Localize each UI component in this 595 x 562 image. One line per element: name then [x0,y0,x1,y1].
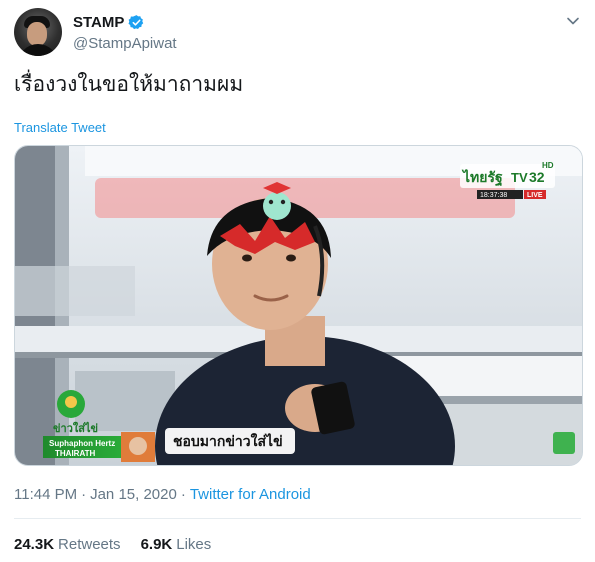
tweet-stats: 24.3K Retweets 6.9K Likes [14,536,211,553]
likes-count: 6.9K [140,536,173,553]
divider [14,518,581,519]
likes-label: Likes [176,536,212,553]
avatar[interactable] [14,8,62,56]
channel-tv-text: TV [511,170,528,185]
tweet-text: เรื่องวงในขอให้มาถามผม [14,73,244,96]
tweet-meta: 11:44 PM · Jan 15, 2020 · Twitter for An… [14,486,311,503]
avatar-face [27,22,47,46]
display-name[interactable]: STAMP [73,14,124,31]
translate-tweet-link[interactable]: Translate Tweet [14,120,106,135]
tweet-date[interactable]: Jan 15, 2020 [90,486,177,503]
chevron-down-icon[interactable] [566,14,580,28]
channel-number-text: 32 [529,169,545,185]
tv-screenshot-image: ไทยรัฐ TV 32 HD 18:37:38 LIVE ข่าวใส่ไข่… [15,146,582,465]
tweet-time[interactable]: 11:44 PM [14,486,77,503]
likes-stat[interactable]: 6.9K Likes [141,536,212,553]
avatar-shoulder [18,44,58,56]
user-handle[interactable]: @StampApiwat [73,35,177,52]
live-badge: LIVE [527,192,543,199]
caption-text: ชอบมากข่าวใส่ไข่ [173,432,283,449]
program-logo-text: ข่าวใส่ไข่ [53,421,98,435]
presenter-name: Suphaphon Hertz [49,439,115,448]
channel-hd-text: HD [542,161,554,170]
tweet-source-link[interactable]: Twitter for Android [190,486,311,503]
meta-separator: · [81,486,87,503]
retweets-count: 24.3K [14,536,55,553]
meta-separator: · [180,486,186,503]
broadcast-clock: 18:37:38 [480,192,507,199]
retweets-label: Retweets [58,536,121,553]
tweet-media[interactable]: ไทยรัฐ TV 32 HD 18:37:38 LIVE ข่าวใส่ไข่… [14,145,583,466]
channel-logo-text: ไทยรัฐ [461,168,503,187]
station-label: THAIRATH [55,449,96,458]
retweets-stat[interactable]: 24.3K Retweets [14,536,121,553]
author-name-row[interactable]: STAMP [73,14,145,31]
verified-badge-icon [128,15,144,30]
